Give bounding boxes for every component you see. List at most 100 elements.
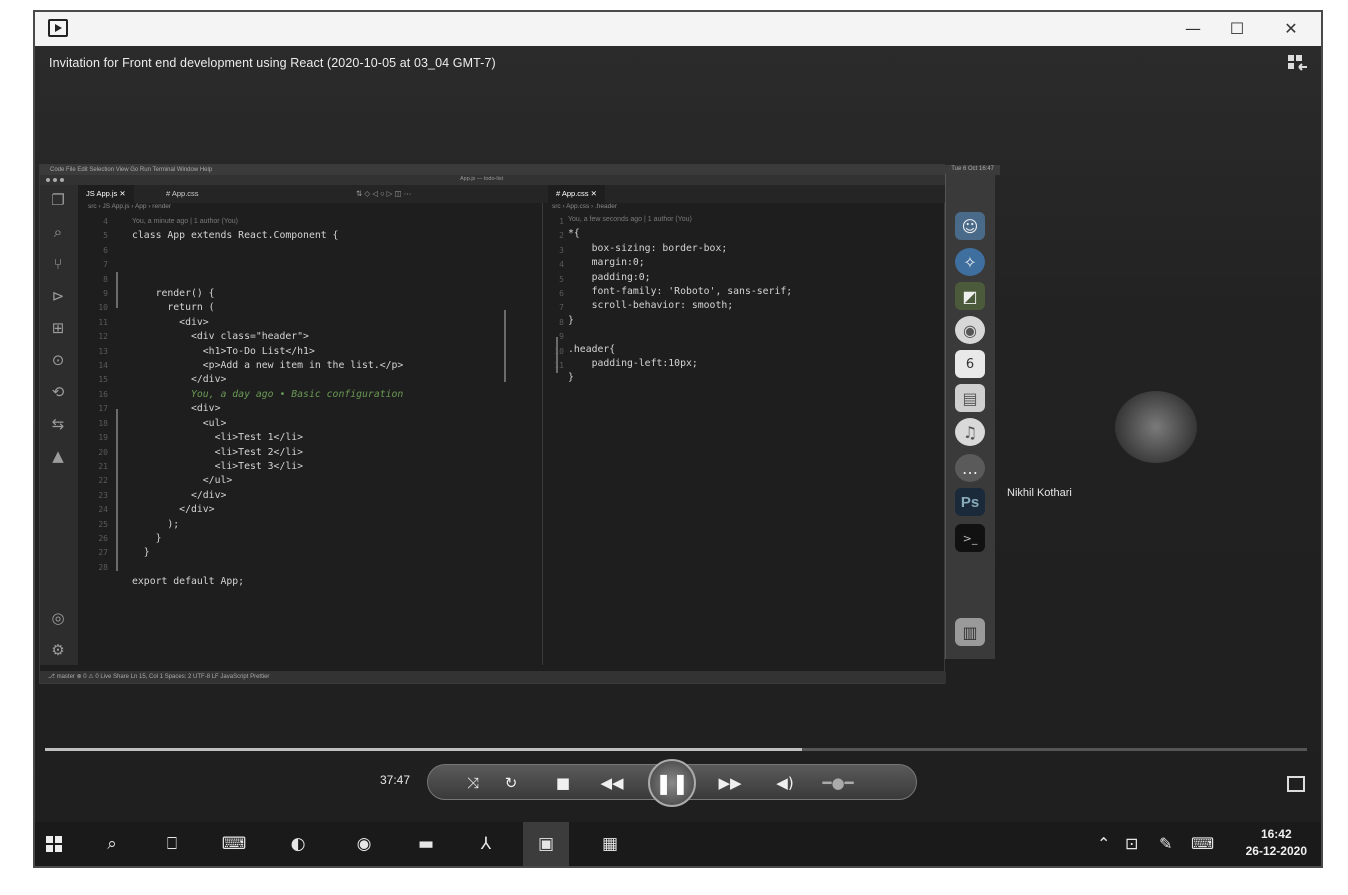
shared-screen-vscode: Code File Edit Selection View Go Run Ter… xyxy=(39,164,1000,684)
show-hidden-icons-icon[interactable]: ⌃ xyxy=(1097,834,1110,853)
run-debug-icon[interactable]: ⊳ xyxy=(49,287,67,305)
left-code-editor[interactable]: You, a minute ago | 1 author (You) class … xyxy=(132,215,403,590)
code-line: box-sizing: border-box; xyxy=(568,242,728,254)
rewind-icon[interactable]: ◀◀ xyxy=(598,773,626,793)
pen-icon[interactable]: ✎ xyxy=(1159,834,1172,853)
photos-icon[interactable]: ◩ xyxy=(955,282,985,310)
finder-icon[interactable]: ☺ xyxy=(955,212,985,240)
live-share-icon[interactable]: ⟲ xyxy=(49,383,67,401)
mac-menu-items: Code File Edit Selection View Go Run Ter… xyxy=(50,167,213,173)
tab-app-css-left[interactable]: # App.css xyxy=(158,185,207,203)
minimize-button[interactable]: — xyxy=(1171,16,1215,42)
shuffle-icon[interactable]: ⤨ xyxy=(462,773,484,793)
left-line-numbers: 4 5 6 7 8 9 10 11 12 13 14 15 16 17 18 19 20 21 22 23 24 25 26… xyxy=(92,215,108,575)
file-explorer-icon[interactable]: ▬ xyxy=(413,832,439,856)
git-graph-icon[interactable]: ⇆ xyxy=(49,415,67,433)
code-line: return ( xyxy=(132,302,215,314)
taskbar-clock[interactable]: 16:42 26-12-2020 xyxy=(1246,826,1307,860)
acrobat-icon[interactable]: ⅄ xyxy=(473,832,499,856)
seek-bar[interactable] xyxy=(45,748,1307,751)
line-number: 14 xyxy=(98,361,108,371)
volume-slider[interactable]: ━●━ xyxy=(818,773,858,793)
terminal-icon[interactable]: >_ xyxy=(955,524,985,552)
playback-controls: ⤨ ↻ ■ ◀◀ ❚❚ ▶▶ ◀) ━●━ xyxy=(427,759,917,807)
switch-to-compact-view-icon[interactable] xyxy=(1287,776,1305,792)
line-number: 3 xyxy=(559,245,564,255)
movies-tv-icon[interactable]: ▣ xyxy=(533,832,559,856)
line-number: 23 xyxy=(98,490,108,500)
source-control-icon[interactable]: ⑂ xyxy=(49,255,67,273)
close-button[interactable]: ✕ xyxy=(1269,16,1313,42)
code-line: You, a few seconds ago | 1 author (You) xyxy=(568,216,692,223)
search-icon[interactable]: ⌕ xyxy=(99,832,125,856)
music-icon[interactable]: ♫ xyxy=(955,418,985,446)
remote-explorer-icon[interactable]: ⊙ xyxy=(49,351,67,369)
photoshop-icon[interactable]: Ps xyxy=(955,488,985,516)
line-number: 9 xyxy=(103,289,108,299)
vscode-activity-bar: ❐ ⌕ ⑂ ⊳ ⊞ ⊙ ⟲ ⇆ ▲ ◎ ⚙ xyxy=(40,185,78,665)
editor-tabs: JS App.js ✕ # App.css ⇅ ◇ ◁ ○ ▷ ◫ ⋯ # Ap… xyxy=(78,185,946,203)
code-line: </div> xyxy=(132,374,227,386)
line-number: 24 xyxy=(98,505,108,515)
tab-app-css-right[interactable]: # App.css ✕ xyxy=(548,185,605,203)
code-line: *{ xyxy=(568,228,580,240)
code-line: <li>Test 1</li> xyxy=(132,432,304,444)
code-line: padding-left:10px; xyxy=(568,358,698,370)
line-number: 16 xyxy=(98,389,108,399)
code-line: export default App; xyxy=(132,576,245,588)
task-view-icon[interactable]: ⎕ xyxy=(159,832,185,856)
compact-overlay-icon[interactable] xyxy=(1287,54,1309,72)
code-line: .header{ xyxy=(568,343,616,355)
volume-icon[interactable]: ◀) xyxy=(774,773,796,793)
mac-clock: Tue 6 Oct 16:47 xyxy=(951,166,994,172)
messages-icon[interactable]: … xyxy=(955,454,985,482)
tab-app-css-right-label: App.css xyxy=(561,189,589,198)
notes-icon[interactable]: ▤ xyxy=(955,384,985,412)
maximize-button[interactable]: ☐ xyxy=(1215,16,1259,42)
settings-gear-icon[interactable]: ⚙ xyxy=(49,641,67,659)
code-line: render() { xyxy=(132,288,215,300)
explorer-icon[interactable]: ❐ xyxy=(49,191,67,209)
editor-split-divider xyxy=(542,203,543,665)
stop-icon[interactable]: ■ xyxy=(552,773,574,793)
safari-icon[interactable]: ✧ xyxy=(955,248,985,276)
video-title: Invitation for Front end development usi… xyxy=(49,56,496,70)
notepad-icon[interactable]: ▦ xyxy=(597,832,623,856)
search-icon[interactable]: ⌕ xyxy=(49,223,67,241)
mac-menubar: Code File Edit Selection View Go Run Ter… xyxy=(40,165,1000,175)
deploy-icon[interactable]: ▲ xyxy=(49,447,67,465)
tab-app-js[interactable]: JS App.js ✕ xyxy=(78,185,134,203)
network-icon[interactable]: ⊡ xyxy=(1125,834,1138,853)
keyboard-app-icon[interactable]: ⌨ xyxy=(221,832,247,856)
video-area[interactable]: Invitation for Front end development usi… xyxy=(35,46,1321,822)
code-line: ); xyxy=(132,518,180,530)
participant-avatar xyxy=(1115,391,1197,463)
code-line: <p>Add a new item in the list.</p> xyxy=(132,360,404,372)
touch-keyboard-icon[interactable]: ⌨ xyxy=(1191,834,1214,853)
git-gutter-mark xyxy=(504,310,506,382)
accounts-icon[interactable]: ◎ xyxy=(49,609,67,627)
firefox-icon[interactable]: ◐ xyxy=(285,832,311,856)
extensions-icon[interactable]: ⊞ xyxy=(49,319,67,337)
code-line: You, a minute ago | 1 author (You) xyxy=(132,218,238,225)
repeat-icon[interactable]: ↻ xyxy=(500,773,522,793)
windows-start-icon[interactable] xyxy=(41,832,67,856)
calendar-icon[interactable]: 6 xyxy=(955,350,985,378)
chrome-icon[interactable]: ◉ xyxy=(955,316,985,344)
line-number: 4 xyxy=(559,260,564,270)
trash-icon[interactable]: ▥ xyxy=(955,618,985,646)
line-number: 15 xyxy=(98,375,108,385)
participant-name: Nikhil Kothari xyxy=(1007,487,1072,499)
editor-actions[interactable]: ⇅ ◇ ◁ ○ ▷ ◫ ⋯ xyxy=(348,185,419,203)
mac-dock: ☺ ✧ ◩ ◉ 6 ▤ ♫ … Ps >_ ▥ xyxy=(945,174,995,659)
left-breadcrumb: src › JS App.js › App › render xyxy=(88,203,172,210)
pause-button[interactable]: ❚❚ xyxy=(648,759,696,807)
window-titlebar: — ☐ ✕ xyxy=(35,12,1321,46)
line-number: 18 xyxy=(98,418,108,428)
chrome-icon[interactable]: ◉ xyxy=(351,832,377,856)
right-code-editor[interactable]: You, a few seconds ago | 1 author (You) *… xyxy=(568,213,792,386)
fast-forward-icon[interactable]: ▶▶ xyxy=(716,773,744,793)
mac-window-controls-icon xyxy=(46,178,64,182)
